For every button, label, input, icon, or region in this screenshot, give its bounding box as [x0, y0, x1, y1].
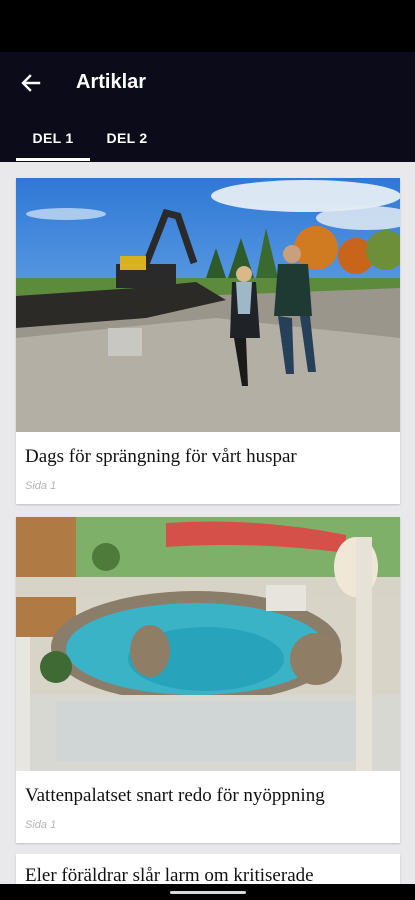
system-navigation-bar: [0, 884, 415, 900]
article-headline: Eler föräldrar slår larm om kritiserade: [25, 865, 314, 884]
tab-del-2[interactable]: DEL 2: [90, 114, 164, 162]
article-headline: Dags för sprängning för vårt huspar: [25, 446, 297, 467]
back-button[interactable]: [14, 66, 48, 100]
article-image-construction: [16, 178, 400, 432]
tab-selected-indicator: [16, 158, 90, 161]
tab-bar: DEL 1 DEL 2: [0, 114, 415, 162]
article-page-label: Sida 1: [25, 819, 57, 831]
article-list[interactable]: Dags för sprängning för vårt huspar Sida…: [0, 162, 415, 884]
article-card[interactable]: Eler föräldrar slår larm om kritiserade: [16, 854, 400, 884]
article-card[interactable]: Dags för sprängning för vårt huspar Sida…: [16, 178, 400, 504]
page-title: Artiklar: [76, 71, 147, 93]
app-bar: Artiklar DEL 1 DEL 2: [0, 52, 415, 162]
article-image-waterpark: [16, 517, 400, 771]
article-card[interactable]: Vattenpalatset snart redo för nyöppning …: [16, 517, 400, 843]
article-page-label: Sida 1: [25, 480, 57, 492]
tab-del-1[interactable]: DEL 1: [16, 114, 90, 162]
arrow-left-icon: [21, 74, 41, 92]
article-headline: Vattenpalatset snart redo för nyöppning: [25, 785, 325, 806]
home-indicator[interactable]: [170, 891, 246, 894]
status-bar: [0, 0, 415, 52]
